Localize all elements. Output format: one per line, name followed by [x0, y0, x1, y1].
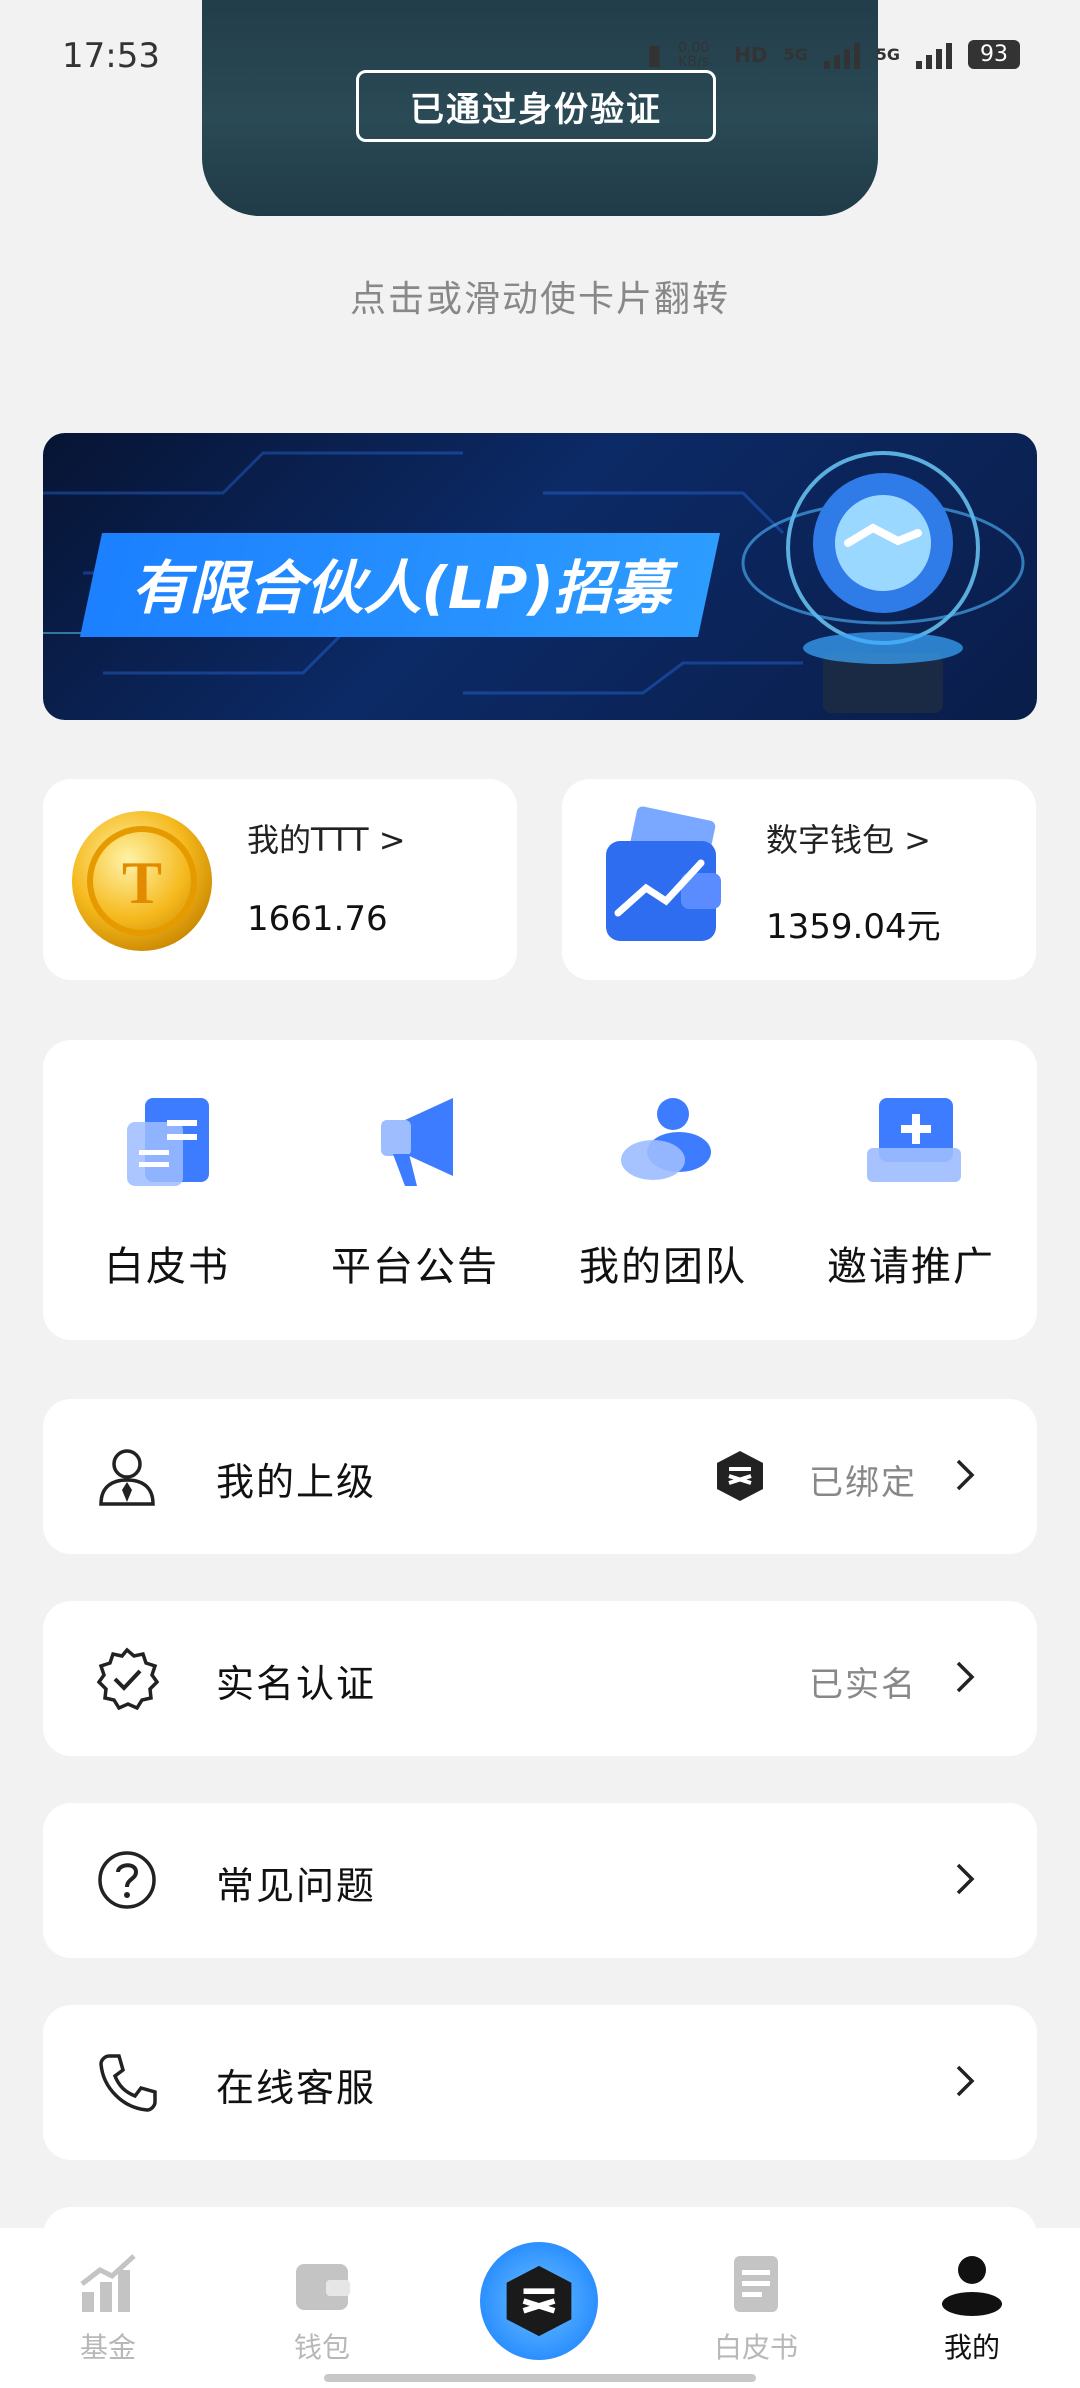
hd-icon: HD [734, 42, 768, 67]
bottom-nav: 基金 钱包 白皮书 我的 [0, 2228, 1080, 2388]
nav-label: 白皮书 [713, 2331, 798, 2364]
nav-item-fund[interactable]: 基金 [38, 2252, 178, 2366]
menu-row-label: 在线客服 [216, 2066, 377, 2110]
team-icon [621, 1098, 711, 1180]
my-ttt-label: 我的TTT > [247, 821, 406, 859]
menu-row-real-name[interactable]: 实名认证 已实名 [43, 1601, 1037, 1756]
nav-item-wallet[interactable]: 钱包 [252, 2252, 392, 2366]
battery-icon: 93 [968, 40, 1020, 69]
wallet-icon [606, 806, 721, 941]
gold-coin-icon: T [72, 811, 212, 951]
quick-action-announcement[interactable]: 平台公告 [305, 1094, 525, 1292]
quick-action-whitepaper[interactable]: 白皮书 [57, 1094, 277, 1292]
app-logo-icon [506, 2265, 572, 2337]
menu-row-label: 常见问题 [216, 1864, 377, 1908]
nav-label: 基金 [79, 2331, 136, 2364]
center-home-button[interactable] [480, 2242, 598, 2360]
home-indicator[interactable] [324, 2374, 756, 2382]
digital-wallet-value: 1359.04元 [766, 907, 941, 947]
verified-badge-icon [96, 1647, 159, 1710]
quick-action-label: 白皮书 [104, 1244, 230, 1290]
flip-hint: 点击或滑动使卡片翻转 [349, 279, 730, 320]
digital-wallet-label: 数字钱包 > [766, 821, 931, 859]
menu-row-status: 已绑定 [809, 1463, 917, 1503]
question-icon [98, 1851, 156, 1909]
app-logo-icon [717, 1451, 763, 1501]
menu-row-label: 实名认证 [216, 1662, 377, 1706]
menu-row-customer-service[interactable]: 在线客服 [43, 2005, 1037, 2160]
nav-item-mine[interactable]: 我的 [902, 2252, 1042, 2366]
quick-action-team[interactable]: 我的团队 [553, 1094, 773, 1292]
document-icon [127, 1098, 209, 1186]
wallet-icon [296, 2264, 350, 2310]
document-icon [734, 2256, 778, 2312]
phone-icon [99, 2054, 157, 2112]
signal-icon-1 [823, 41, 860, 69]
network-label-1: 5G [783, 45, 808, 64]
person-icon [99, 1449, 155, 1506]
chevron-right-icon [956, 1661, 975, 1693]
digital-wallet-card[interactable]: 数字钱包 > 1359.04元 [562, 779, 1036, 980]
menu-row-label: 我的上级 [216, 1460, 377, 1504]
megaphone-icon [381, 1098, 453, 1186]
nav-item-whitepaper[interactable]: 白皮书 [686, 2252, 826, 2366]
quick-actions-panel: 白皮书 平台公告 我的团队 邀请推广 [43, 1040, 1037, 1340]
my-ttt-card[interactable]: T 我的TTT > 1661.76 [43, 779, 517, 980]
quick-action-label: 我的团队 [579, 1244, 747, 1290]
menu-row-superior[interactable]: 我的上级 已绑定 [43, 1399, 1037, 1554]
status-icons: ▮ 0.00 KB/s HD 5G 5G 93 [647, 38, 1020, 71]
menu-row-faq[interactable]: 常见问题 [43, 1803, 1037, 1958]
lp-recruit-banner[interactable]: 有限合伙人(LP)招募 [43, 433, 1037, 720]
quick-action-label: 平台公告 [331, 1244, 499, 1290]
svg-text:T: T [122, 850, 162, 916]
nav-label: 钱包 [293, 2331, 350, 2364]
nav-label: 我的 [943, 2331, 1000, 2364]
menu-row-status: 已实名 [809, 1665, 917, 1705]
banner-title: 有限合伙人(LP)招募 [79, 533, 721, 637]
my-ttt-value: 1661.76 [247, 899, 388, 939]
chevron-right-icon [956, 2065, 975, 2097]
user-icon [942, 2256, 1002, 2316]
network-speed: 0.00 KB/s [678, 39, 710, 70]
quick-action-invite[interactable]: 邀请推广 [801, 1094, 1021, 1292]
chevron-right-icon [956, 1863, 975, 1895]
chart-icon [80, 2254, 136, 2312]
quick-action-label: 邀请推广 [827, 1244, 995, 1290]
vibrate-icon: ▮ [646, 38, 663, 71]
verified-badge: 已通过身份验证 [356, 70, 716, 142]
chevron-right-icon [956, 1459, 975, 1491]
signal-icon-2 [916, 41, 952, 69]
status-time: 17:53 [62, 36, 160, 76]
network-label-2: 5G [875, 45, 900, 64]
invite-icon [867, 1098, 961, 1182]
